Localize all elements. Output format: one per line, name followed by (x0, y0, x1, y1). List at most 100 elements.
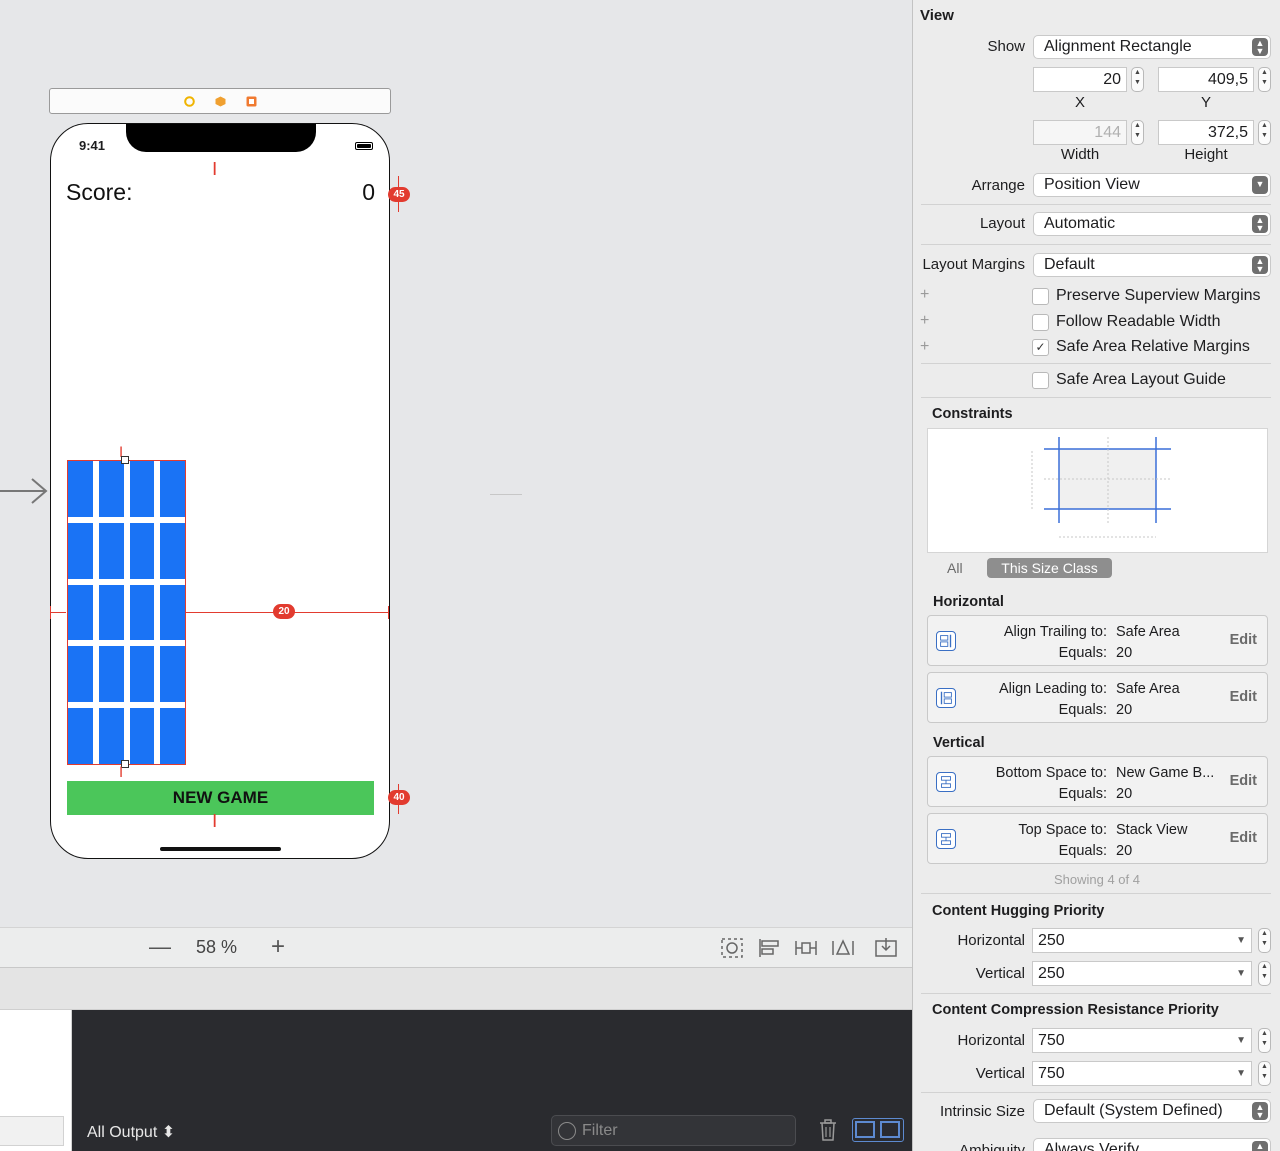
constraints-diagram[interactable] (927, 428, 1268, 553)
hugging-vertical-label: Vertical (975, 965, 1025, 982)
compression-vertical-stepper[interactable]: ▲ ▼ (1258, 1061, 1271, 1086)
safe-area-relative-margins-checkbox[interactable]: ✓ (1032, 339, 1049, 356)
x-stepper[interactable]: ▲ ▼ (1131, 67, 1144, 92)
card-view[interactable] (98, 584, 124, 641)
zoom-in-button[interactable]: + (266, 935, 290, 959)
new-game-button[interactable]: NEW GAME (67, 781, 374, 815)
height-field[interactable]: 372,5 (1158, 120, 1254, 145)
constraints-count: Showing 4 of 4 (1053, 872, 1140, 887)
output-selector[interactable]: All Output ⬍ (87, 1122, 175, 1142)
variables-filter-field[interactable] (0, 1116, 64, 1146)
compression-vertical-combo[interactable]: 750 ▼ (1032, 1061, 1252, 1086)
card-view[interactable] (98, 461, 124, 517)
preserve-superview-margins-checkbox[interactable] (1032, 288, 1049, 305)
card-view[interactable] (129, 708, 155, 764)
edit-constraint-button[interactable]: Edit (1230, 689, 1257, 705)
update-frames-icon[interactable] (720, 937, 744, 959)
constraint-card-trailing[interactable]: Align Trailing to: Safe Area Equals: 20 … (927, 615, 1268, 666)
constraint-badge-mid[interactable]: 20 (273, 604, 295, 619)
add-constraints-icon[interactable] (794, 937, 818, 959)
constraint-card-top-space[interactable]: Top Space to: Stack View Equals: 20 Edit (927, 813, 1268, 864)
constraint-card-bottom-space[interactable]: Bottom Space to: New Game B... Equals: 2… (927, 756, 1268, 807)
tab-all[interactable]: All (947, 560, 963, 576)
resolve-issues-icon[interactable] (831, 937, 855, 959)
zoom-out-button[interactable]: — (148, 936, 172, 960)
card-view[interactable] (98, 522, 124, 579)
card-view[interactable] (129, 461, 155, 517)
embed-in-icon[interactable] (874, 937, 898, 959)
hugging-vertical-combo[interactable]: 250 ▼ (1032, 961, 1252, 986)
tab-this-size-class[interactable]: This Size Class (987, 558, 1112, 578)
x-field[interactable]: 20 (1033, 67, 1127, 92)
debug-bar (0, 968, 912, 1010)
height-stepper[interactable]: ▲ ▼ (1258, 120, 1271, 145)
constraint-badge-bottom[interactable]: 40 (388, 790, 410, 805)
card-view[interactable] (160, 584, 185, 641)
split-view-toggle-icon[interactable] (852, 1118, 904, 1142)
safe-area-layout-guide-checkbox[interactable] (1032, 372, 1049, 389)
width-field[interactable]: 144 (1033, 120, 1127, 145)
zoom-level: 58 % (196, 937, 238, 957)
card-view[interactable] (160, 708, 185, 764)
hugging-horizontal-stepper[interactable]: ▲ ▼ (1258, 928, 1271, 953)
card-view[interactable] (129, 584, 155, 641)
add-variation-icon[interactable]: + (920, 312, 929, 330)
compression-resistance-title: Content Compression Resistance Priority (932, 1002, 1219, 1018)
width-stepper[interactable]: ▲ ▼ (1131, 120, 1144, 145)
score-value-label[interactable]: 0 (351, 179, 375, 206)
layout-margins-popup[interactable]: Default ▲ ▼ (1033, 253, 1271, 277)
compression-horizontal-stepper[interactable]: ▲ ▼ (1258, 1028, 1271, 1053)
card-view[interactable] (160, 461, 185, 517)
card-view[interactable] (160, 646, 185, 703)
scene-dock[interactable] (49, 88, 391, 114)
follow-readable-width-checkbox[interactable] (1032, 314, 1049, 331)
card-view[interactable] (129, 646, 155, 703)
y-field[interactable]: 409,5 (1158, 67, 1254, 92)
ambiguity-popup[interactable]: Always Verify ▲▼ (1033, 1138, 1271, 1151)
initial-view-controller-arrow-icon[interactable] (0, 478, 50, 504)
score-label[interactable]: Score: (66, 179, 132, 206)
layout-popup[interactable]: Automatic ▲ ▼ (1033, 212, 1271, 236)
add-variation-icon[interactable]: + (920, 338, 929, 356)
hugging-horizontal-label: Horizontal (957, 932, 1025, 949)
layout-margins-popup-value: Default (1044, 256, 1095, 273)
constraint-badge-top[interactable]: 45 (388, 187, 410, 202)
first-responder-icon[interactable] (215, 96, 226, 107)
hugging-vertical-stepper[interactable]: ▲ ▼ (1258, 961, 1271, 986)
variables-view[interactable] (0, 1010, 72, 1151)
hugging-horizontal-value: 250 (1038, 932, 1065, 949)
card-view[interactable] (68, 584, 93, 641)
add-variation-icon[interactable]: + (920, 286, 929, 304)
arrange-popup[interactable]: Position View ▼ (1033, 173, 1271, 197)
card-view[interactable] (68, 461, 93, 517)
card-view[interactable] (68, 646, 93, 703)
trash-icon[interactable] (817, 1118, 839, 1142)
edit-constraint-button[interactable]: Edit (1230, 632, 1257, 648)
console-filter-field[interactable]: Filter (551, 1115, 796, 1146)
edit-constraint-button[interactable]: Edit (1230, 830, 1257, 846)
hugging-horizontal-combo[interactable]: 250 ▼ (1032, 928, 1252, 953)
exit-icon[interactable] (246, 96, 257, 107)
y-stepper[interactable]: ▲ ▼ (1258, 67, 1271, 92)
card-view[interactable] (68, 708, 93, 764)
card-view[interactable] (160, 522, 185, 579)
card-view[interactable] (68, 522, 93, 579)
console-area[interactable]: All Output ⬍ Filter (72, 1010, 912, 1151)
card-stack-view[interactable] (67, 460, 186, 765)
constraint-card-leading[interactable]: Align Leading to: Safe Area Equals: 20 E… (927, 672, 1268, 723)
intrinsic-size-popup[interactable]: Default (System Defined) ▲ ▼ (1033, 1099, 1271, 1123)
card-view[interactable] (98, 646, 124, 703)
preserve-superview-margins-label: Preserve Superview Margins (1056, 287, 1261, 304)
align-icon[interactable] (757, 937, 781, 959)
constraint-value: 20 (1116, 702, 1133, 718)
edit-constraint-button[interactable]: Edit (1230, 773, 1257, 789)
show-popup[interactable]: Alignment Rectangle ▲ ▼ (1033, 35, 1271, 59)
chevron-down-icon: ▼ (1236, 1068, 1246, 1079)
chevron-down-icon: ▼ (1236, 968, 1246, 979)
view-controller-icon[interactable] (184, 96, 195, 107)
storyboard-canvas[interactable]: 9:41 Score: 0 NEW GAME I 45 I I 20 40 I (0, 0, 912, 927)
card-view[interactable] (98, 708, 124, 764)
resize-handle-top[interactable] (121, 456, 129, 464)
card-view[interactable] (129, 522, 155, 579)
compression-horizontal-combo[interactable]: 750 ▼ (1032, 1028, 1252, 1053)
